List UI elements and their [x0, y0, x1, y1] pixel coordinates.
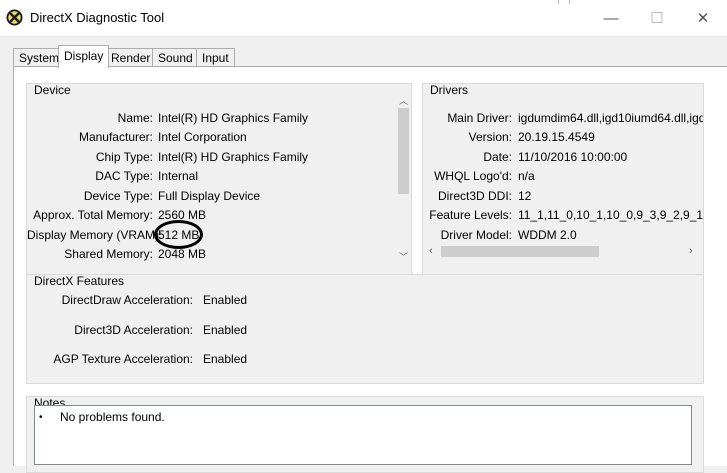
device-label: Shared Memory:	[64, 247, 153, 261]
directx-features-title: DirectX Features	[34, 274, 125, 288]
feature-label: Direct3D Acceleration:	[74, 323, 193, 337]
feature-value: Enabled	[203, 293, 248, 307]
device-row: Chip Type: Intel(R) HD Graphics Family	[27, 148, 397, 166]
scroll-down-arrow-icon[interactable]: ﹀	[399, 252, 408, 262]
directx-app-icon	[6, 9, 23, 26]
maximize-button[interactable]: ☐	[634, 0, 680, 36]
scrollbar-thumb[interactable]	[441, 246, 599, 257]
driver-label: Feature Levels:	[429, 208, 512, 222]
device-value: Full Display Device	[158, 189, 261, 203]
scroll-right-arrow-icon[interactable]: ›	[689, 246, 693, 257]
driver-label: Version:	[468, 130, 512, 144]
drivers-group: Drivers Main Driver: igdumdim64.dll,igd1…	[422, 83, 704, 278]
device-row: Approx. Total Memory: 2560 MB	[27, 206, 397, 224]
device-label: Display Memory (VRAM):	[27, 228, 163, 242]
minimize-button[interactable]: —	[588, 0, 634, 36]
drivers-group-title: Drivers	[430, 83, 468, 97]
drivers-horizontal-scrollbar[interactable]: ‹ ›	[425, 244, 701, 259]
driver-value: 11/10/2016 10:00:00	[518, 150, 628, 164]
feature-label: AGP Texture Acceleration:	[53, 352, 193, 366]
device-row: Shared Memory: 2048 MB	[27, 245, 397, 263]
driver-label: Direct3D DDI:	[437, 189, 512, 203]
device-label: Name:	[117, 111, 153, 125]
device-value: Internal	[158, 169, 199, 183]
vram-highlight-circle	[154, 220, 203, 249]
driver-value: igdumdim64.dll,igd10iumd64.dll,igd10iu	[518, 111, 703, 125]
close-button[interactable]: ✕	[680, 0, 726, 36]
device-label: Manufacturer:	[78, 130, 153, 144]
tab-display[interactable]: Display	[58, 45, 110, 68]
device-row: Name: Intel(R) HD Graphics Family	[27, 109, 397, 127]
driver-label: Driver Model:	[440, 228, 512, 242]
driver-value: WDDM 2.0	[518, 228, 577, 242]
device-row: Device Type: Full Display Device	[27, 187, 397, 205]
title-bar: DirectX Diagnostic Tool — ☐ ✕	[0, 0, 727, 37]
scroll-left-arrow-icon[interactable]: ‹	[429, 246, 433, 257]
device-group: Device Name: Intel(R) HD Graphics Family…	[26, 83, 412, 278]
device-group-title: Device	[34, 83, 71, 97]
driver-value: 12	[518, 189, 532, 203]
driver-value: n/a	[518, 169, 535, 183]
feature-row: AGP Texture Acceleration: Enabled	[27, 350, 427, 368]
feature-value: Enabled	[203, 323, 248, 337]
device-label: Approx. Total Memory:	[33, 208, 153, 222]
device-label: Device Type:	[83, 189, 153, 203]
driver-row: WHQL Logo'd: n/a	[423, 167, 703, 185]
driver-row: Direct3D DDI: 12	[423, 187, 703, 205]
device-value: Intel Corporation	[158, 130, 247, 144]
background-window-edge	[558, 0, 559, 4]
driver-value: 11_1,11_0,10_1,10_0,9_3,9_2,9_1	[518, 208, 704, 222]
scroll-up-arrow-icon[interactable]: ︿	[399, 96, 408, 106]
feature-value: Enabled	[203, 352, 248, 366]
feature-row: DirectDraw Acceleration: Enabled	[27, 291, 427, 309]
notes-textbox[interactable]: • No problems found.	[34, 405, 692, 465]
tab-input[interactable]: Input	[196, 48, 235, 68]
driver-row: Date: 11/10/2016 10:00:00	[423, 148, 703, 166]
device-row: Manufacturer: Intel Corporation	[27, 128, 397, 146]
driver-row: Main Driver: igdumdim64.dll,igd10iumd64.…	[423, 109, 703, 127]
background-window-edge	[569, 0, 570, 4]
driver-value: 20.19.15.4549	[518, 130, 595, 144]
feature-row: Direct3D Acceleration: Enabled	[27, 321, 427, 339]
device-row: DAC Type: Internal	[27, 167, 397, 185]
driver-row: Driver Model: WDDM 2.0	[423, 226, 703, 244]
scrollbar-thumb[interactable]	[398, 108, 409, 194]
driver-label: Date:	[483, 150, 512, 164]
driver-row: Version: 20.19.15.4549	[423, 128, 703, 146]
device-value: Intel(R) HD Graphics Family	[158, 111, 309, 125]
note-item: No problems found.	[60, 410, 165, 424]
device-scrollbar[interactable]: ︿ ﹀	[396, 92, 411, 267]
driver-row: Feature Levels: 11_1,11_0,10_1,10_0,9_3,…	[423, 206, 703, 224]
driver-label: Main Driver:	[447, 111, 512, 125]
device-row: Display Memory (VRAM): 512 MB	[27, 226, 397, 244]
device-label: DAC Type:	[95, 169, 153, 183]
directx-features-group: DirectX Features DirectDraw Acceleration…	[26, 274, 704, 384]
feature-label: DirectDraw Acceleration:	[61, 293, 193, 307]
bullet-icon: •	[39, 412, 43, 423]
tab-render[interactable]: Render	[105, 48, 157, 68]
device-value: Intel(R) HD Graphics Family	[158, 150, 309, 164]
tab-sound[interactable]: Sound	[152, 48, 199, 68]
device-label: Chip Type:	[95, 150, 153, 164]
driver-label: WHQL Logo'd:	[434, 169, 512, 183]
window-title: DirectX Diagnostic Tool	[30, 10, 165, 25]
